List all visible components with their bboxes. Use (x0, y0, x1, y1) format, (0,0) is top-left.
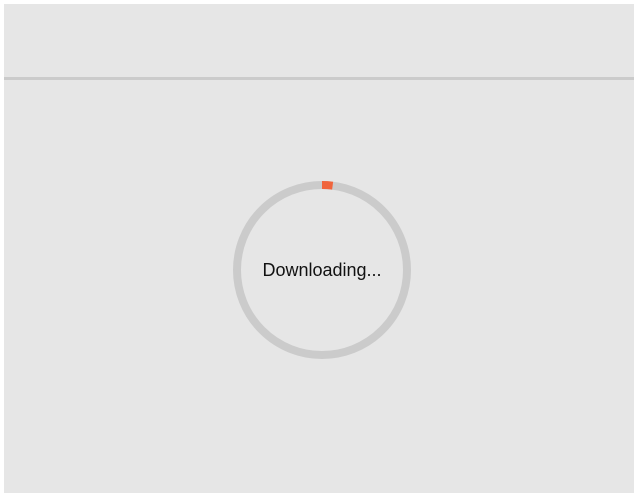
download-status-label: Downloading... (262, 259, 382, 280)
app-window: Downloading... (4, 4, 634, 493)
main-content: Downloading... (4, 80, 634, 493)
top-bar (4, 4, 634, 77)
download-progress-spinner: Downloading... (231, 179, 413, 361)
